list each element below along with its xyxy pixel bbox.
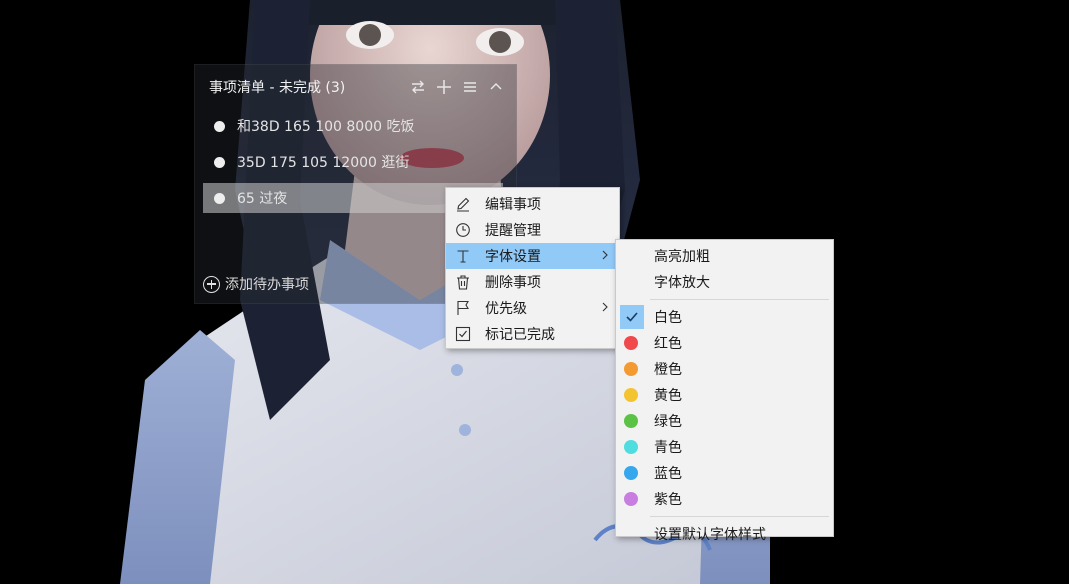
plus-circle-icon — [203, 275, 220, 293]
menu-item-label: 高亮加粗 — [654, 249, 710, 265]
menu-icon[interactable] — [461, 79, 478, 96]
todo-item-text: 和38D 165 100 8000 吃饭 — [237, 119, 415, 135]
menu-item-label: 设置默认字体样式 — [654, 527, 766, 543]
menu-item-bold-highlight[interactable]: 高亮加粗 — [616, 243, 833, 269]
widget-toolbar — [409, 79, 504, 96]
color-option-label: 紫色 — [654, 492, 682, 508]
widget-header: 事项清单 - 未完成 (3) — [209, 77, 504, 97]
add-todo-label: 添加待办事项 — [225, 277, 309, 293]
yellow-dot-icon — [624, 388, 638, 402]
menu-item-reminder[interactable]: 提醒管理 — [446, 217, 619, 243]
add-todo-button[interactable]: 添加待办事项 — [203, 273, 309, 295]
todo-item-text: 65 过夜 — [237, 191, 288, 207]
checkbox-icon — [455, 326, 471, 342]
menu-item-label: 标记已完成 — [485, 327, 555, 343]
swap-icon[interactable] — [409, 79, 426, 96]
trash-icon — [455, 274, 471, 290]
cyan-dot-icon — [624, 440, 638, 454]
checkmark-icon — [620, 305, 644, 329]
todo-item[interactable]: 和38D 165 100 8000 吃饭 — [203, 111, 503, 141]
chevron-up-icon[interactable] — [487, 79, 504, 96]
menu-item-edit[interactable]: 编辑事项 — [446, 191, 619, 217]
menu-item-delete[interactable]: 删除事项 — [446, 269, 619, 295]
blue-dot-icon — [624, 466, 638, 480]
color-option-yellow[interactable]: 黄色 — [616, 382, 833, 408]
widget-title: 事项清单 - 未完成 (3) — [209, 80, 346, 96]
menu-item-label: 删除事项 — [485, 275, 541, 291]
clock-icon — [455, 222, 471, 238]
font-settings-submenu: 高亮加粗 字体放大 白色 红色 橙色 黄色 绿色 青色 蓝色 紫色 设置默认字体 — [615, 239, 834, 543]
color-option-label: 青色 — [654, 440, 682, 456]
todo-item-text: 35D 175 105 12000 逛街 — [237, 155, 410, 171]
color-option-label: 红色 — [654, 336, 682, 352]
purple-dot-icon — [624, 492, 638, 506]
color-option-label: 蓝色 — [654, 466, 682, 482]
todo-dot-icon[interactable] — [214, 156, 225, 168]
color-option-red[interactable]: 红色 — [616, 330, 833, 356]
todo-dot-icon[interactable] — [214, 192, 225, 204]
chevron-right-icon — [602, 250, 608, 260]
menu-item-label: 提醒管理 — [485, 223, 541, 239]
menu-item-label: 字体放大 — [654, 275, 710, 291]
flag-icon — [455, 300, 471, 316]
color-option-label: 橙色 — [654, 362, 682, 378]
orange-dot-icon — [624, 362, 638, 376]
menu-item-label: 编辑事项 — [485, 197, 541, 213]
menu-separator — [650, 299, 829, 300]
green-dot-icon — [624, 414, 638, 428]
plus-icon[interactable] — [435, 79, 452, 96]
color-option-cyan[interactable]: 青色 — [616, 434, 833, 460]
text-icon — [455, 248, 471, 264]
menu-separator — [650, 516, 829, 517]
menu-item-font-settings[interactable]: 字体设置 — [446, 243, 619, 269]
color-option-purple[interactable]: 紫色 — [616, 486, 833, 512]
menu-item-priority[interactable]: 优先级 — [446, 295, 619, 321]
color-option-green[interactable]: 绿色 — [616, 408, 833, 434]
color-option-label: 绿色 — [654, 414, 682, 430]
context-menu: 编辑事项 提醒管理 字体设置 删除事项 优先级 标记已完成 — [445, 187, 620, 349]
todo-item[interactable]: 35D 175 105 12000 逛街 — [203, 147, 503, 177]
menu-item-enlarge-font[interactable]: 字体放大 — [616, 269, 833, 295]
menu-item-reset-font-style[interactable]: 设置默认字体样式 — [616, 521, 833, 547]
color-option-blue[interactable]: 蓝色 — [616, 460, 833, 486]
color-option-label: 黄色 — [654, 388, 682, 404]
color-option-label: 白色 — [654, 310, 682, 326]
menu-item-mark-done[interactable]: 标记已完成 — [446, 321, 619, 347]
pencil-icon — [455, 196, 471, 212]
color-option-white[interactable]: 白色 — [616, 304, 833, 330]
menu-item-label: 优先级 — [485, 301, 527, 317]
menu-item-label: 字体设置 — [485, 249, 541, 265]
red-dot-icon — [624, 336, 638, 350]
color-option-orange[interactable]: 橙色 — [616, 356, 833, 382]
chevron-right-icon — [602, 302, 608, 312]
todo-dot-icon[interactable] — [214, 120, 225, 132]
